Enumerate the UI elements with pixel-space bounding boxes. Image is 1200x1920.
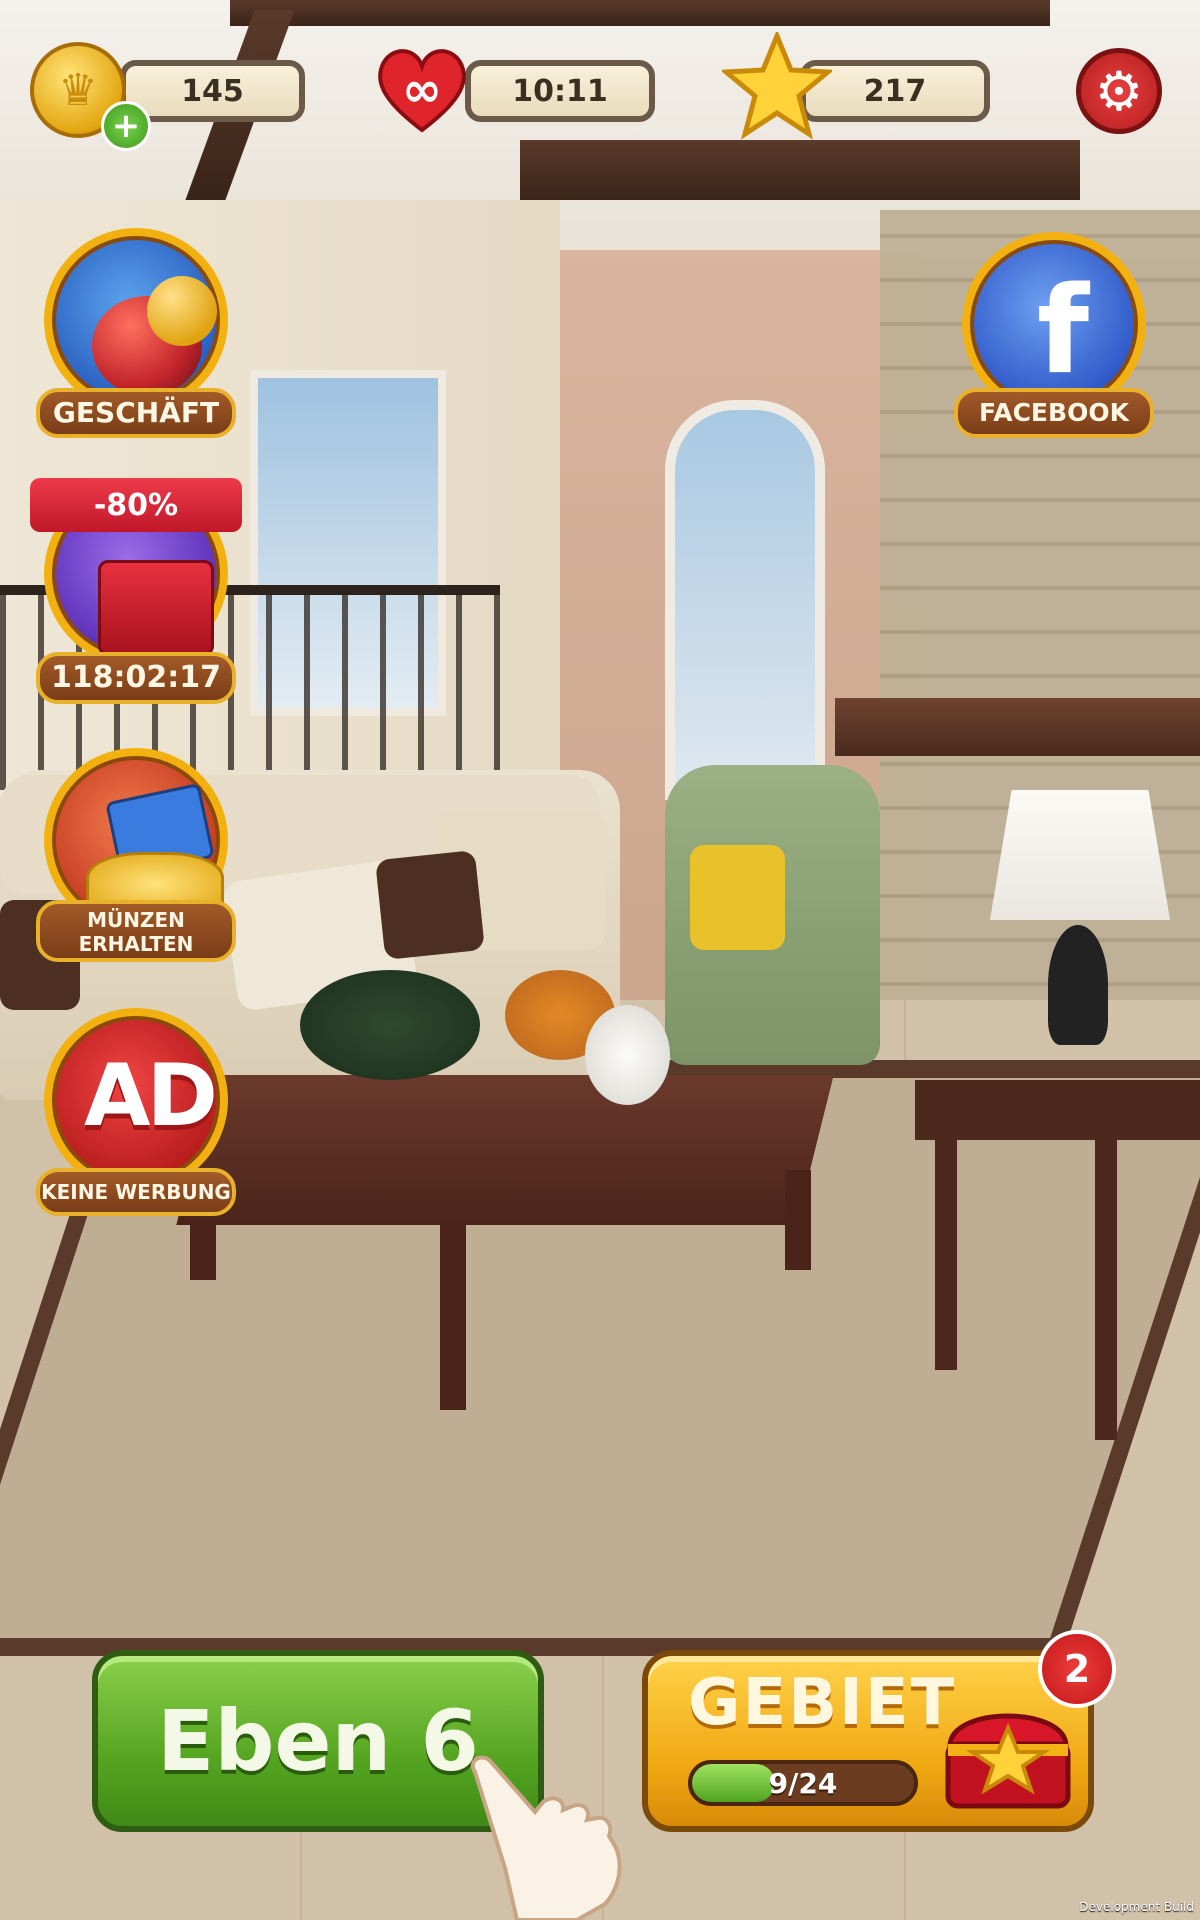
facebook-button[interactable]: f FACEBOOK bbox=[954, 232, 1154, 438]
facebook-label: FACEBOOK bbox=[954, 388, 1154, 438]
area-button[interactable]: GEBIET 9/24 bbox=[642, 1650, 1094, 1832]
mantel bbox=[835, 698, 1200, 756]
lamp-shade bbox=[990, 790, 1170, 920]
build-label: Development Build bbox=[1079, 1900, 1194, 1914]
lives-counter: 10:11 bbox=[465, 60, 655, 122]
shop-label: GESCHÄFT bbox=[36, 388, 236, 438]
level-label: Eben 6 bbox=[157, 1692, 479, 1790]
side-table-leg bbox=[1095, 1140, 1117, 1440]
table-leg bbox=[785, 1170, 811, 1270]
ceiling-beam bbox=[230, 0, 1050, 26]
ad-icon: AD bbox=[84, 1046, 218, 1146]
potted-plant bbox=[300, 970, 480, 1080]
gear-icon[interactable]: ⚙ bbox=[1076, 48, 1162, 134]
table-leg bbox=[190, 1220, 216, 1280]
shop-disc bbox=[44, 228, 228, 412]
offer-timer: 118:02:17 bbox=[36, 652, 236, 704]
arched-window bbox=[665, 400, 825, 800]
gift-box-icon bbox=[98, 560, 214, 656]
area-notification-badge: 2 bbox=[1038, 1630, 1116, 1708]
infinity-heart-icon[interactable]: ∞ bbox=[372, 40, 472, 140]
coffee-table bbox=[176, 1075, 834, 1225]
free-coins-label-line1: MÜNZEN bbox=[87, 908, 185, 932]
stars-value: 217 bbox=[863, 73, 927, 109]
free-coins-label-line2: ERHALTEN bbox=[78, 932, 194, 956]
armchair-pillow bbox=[690, 845, 785, 950]
pillow bbox=[375, 850, 485, 960]
shop-button[interactable]: GESCHÄFT bbox=[36, 228, 236, 438]
area-progress-bar: 9/24 bbox=[688, 1760, 918, 1806]
coins-value: 145 bbox=[181, 73, 244, 109]
treasure-chest-icon bbox=[945, 1713, 1071, 1809]
side-table-leg bbox=[935, 1140, 957, 1370]
star-icon bbox=[722, 32, 832, 140]
area-progress-text: 9/24 bbox=[768, 1766, 838, 1800]
lives-timer: 10:11 bbox=[512, 73, 608, 109]
no-ads-label: KEINE WERBUNG bbox=[36, 1168, 236, 1216]
plus-icon[interactable]: + bbox=[101, 101, 151, 151]
coin-icon bbox=[147, 276, 217, 346]
no-ads-button[interactable]: AD KEINE WERBUNG bbox=[36, 1008, 236, 1216]
free-coins-label: MÜNZEN ERHALTEN bbox=[36, 900, 236, 962]
special-offer-button[interactable]: -80% 118:02:17 bbox=[30, 478, 242, 704]
ceiling-beam bbox=[520, 140, 1080, 200]
facebook-icon: f bbox=[1036, 262, 1090, 401]
table-leg bbox=[440, 1220, 466, 1410]
no-ads-disc: AD bbox=[44, 1008, 228, 1192]
free-coins-button[interactable]: MÜNZEN ERHALTEN bbox=[36, 748, 236, 962]
vase bbox=[585, 1005, 670, 1105]
discount-ribbon: -80% bbox=[30, 478, 242, 532]
pointing-hand-icon bbox=[471, 1755, 622, 1920]
area-title: GEBIET bbox=[688, 1666, 957, 1740]
lamp-base bbox=[1048, 925, 1108, 1045]
side-table bbox=[915, 1080, 1200, 1140]
